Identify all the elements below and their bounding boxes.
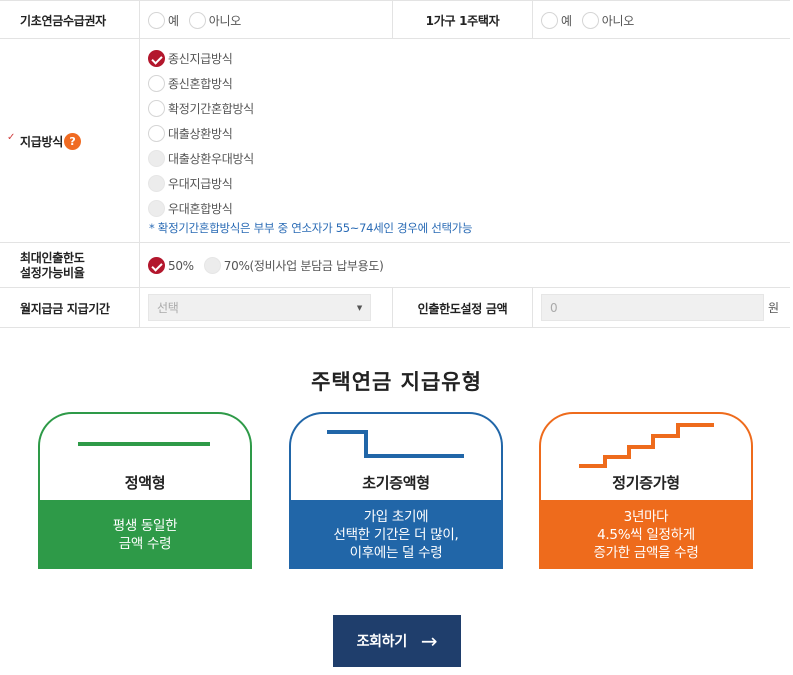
method-radio-loan-repayment-preferred[interactable]: 대출상환우대방식 xyxy=(148,146,254,171)
radio-circle xyxy=(188,11,206,29)
question-icon[interactable]: ? xyxy=(63,132,81,150)
radio-circle xyxy=(148,100,165,117)
card-desc: 평생 동일한 금액 수령 xyxy=(38,500,252,569)
limit-70-radio[interactable]: 70%(정비사업 분담금 납부용도) xyxy=(203,257,384,274)
payment-period-label: 월지급금 지급기간 xyxy=(0,288,140,328)
method-note: * 확정기간혼합방식은 부부 중 연소자가 55~74세인 경우에 선택가능 xyxy=(149,221,473,235)
radio-label: 70%(정비사업 분담금 납부용도) xyxy=(223,259,384,273)
radio-label: 아니오 xyxy=(208,13,242,28)
single-home-yes-radio[interactable]: 예 xyxy=(541,11,572,29)
payment-period-select[interactable]: 선택 ▼ xyxy=(148,294,371,321)
single-home-options: 예 아니오 xyxy=(541,1,644,39)
card-desc: 가입 초기에 선택한 기간은 더 많이, 이후에는 덜 수령 xyxy=(289,500,503,569)
type-card-flat: 정액형 평생 동일한 금액 수령 xyxy=(38,412,252,569)
radio-circle xyxy=(581,11,599,29)
method-radio-lifetime[interactable]: 종신지급방식 xyxy=(148,46,254,71)
radio-circle xyxy=(148,257,165,274)
basic-pension-label: 기초연금수급권자 xyxy=(0,1,140,39)
limit-50-radio[interactable]: 50% xyxy=(148,257,194,274)
row-payment-method: 지급방식 ? xyxy=(0,39,790,243)
radio-label: 확정기간혼합방식 xyxy=(168,102,254,116)
basic-pension-options: 예 아니오 xyxy=(148,1,251,39)
type-card-initial-increase: 초기증액형 가입 초기에 선택한 기간은 더 많이, 이후에는 덜 수령 xyxy=(289,412,503,569)
card-desc: 3년마다 4.5%씩 일정하게 증가한 금액을 수령 xyxy=(539,500,753,569)
card-name: 초기증액형 xyxy=(362,474,430,492)
card-name: 정액형 xyxy=(124,474,166,492)
radio-label: 우대혼합방식 xyxy=(168,202,233,216)
row-withdraw-limit: 최대인출한도 설정가능비율 50% 70%(정비사업 분담금 납부용도) xyxy=(0,243,790,288)
payment-method-label: 지급방식 xyxy=(20,134,63,149)
radio-label: 종신혼합방식 xyxy=(168,77,233,91)
radio-circle xyxy=(541,11,558,29)
required-check-icon: ✓ xyxy=(7,132,16,143)
radio-label: 50% xyxy=(168,258,194,273)
radio-label: 종신지급방식 xyxy=(168,52,233,66)
radio-label: 아니오 xyxy=(601,13,635,28)
arrow-right-icon: → xyxy=(420,629,438,653)
card-name: 정기증가형 xyxy=(612,474,680,492)
radio-label: 예 xyxy=(168,13,179,28)
basic-pension-no-radio[interactable]: 아니오 xyxy=(188,11,242,29)
radio-circle xyxy=(148,200,165,217)
withdraw-amount-label: 인출한도설정 금액 xyxy=(392,288,533,328)
radio-label: 대출상환방식 xyxy=(168,127,233,141)
radio-circle xyxy=(148,125,165,142)
payment-types-title: 주택연금 지급유형 xyxy=(311,370,482,394)
withdraw-limit-options: 50% 70%(정비사업 분담금 납부용도) xyxy=(148,243,394,288)
radio-circle xyxy=(148,150,165,167)
radio-label: 대출상환우대방식 xyxy=(168,152,254,166)
currency-unit: 원 xyxy=(768,301,779,315)
radio-circle xyxy=(148,75,165,92)
radio-circle xyxy=(148,50,165,67)
basic-pension-yes-radio[interactable]: 예 xyxy=(148,11,179,29)
method-radio-loan-repayment[interactable]: 대출상환방식 xyxy=(148,121,254,146)
withdraw-limit-label-line2: 설정가능비율 xyxy=(20,265,85,280)
search-button[interactable]: 조회하기 → xyxy=(333,615,461,667)
radio-circle xyxy=(148,175,165,192)
payment-method-header: 지급방식 ? xyxy=(0,39,140,243)
withdraw-amount-input[interactable]: 0 xyxy=(541,294,764,321)
method-radio-lifetime-mixed[interactable]: 종신혼합방식 xyxy=(148,71,254,96)
radio-label: 우대지급방식 xyxy=(168,177,233,191)
single-home-no-radio[interactable]: 아니오 xyxy=(581,11,635,29)
payment-method-options: 종신지급방식 종신혼합방식 확정기간혼합방식 대출상환방식 대출상환우대방식 우… xyxy=(148,46,264,221)
radio-circle xyxy=(148,11,165,29)
chevron-down-icon: ▼ xyxy=(356,304,362,312)
method-radio-fixed-period-mixed[interactable]: 확정기간혼합방식 xyxy=(148,96,254,121)
method-radio-preferred-mixed[interactable]: 우대혼합방식 xyxy=(148,196,254,221)
radio-circle xyxy=(203,257,221,274)
row-basic-pension: 기초연금수급권자 예 아니오 1가구 1주택자 예 아니오 xyxy=(0,1,790,39)
single-home-label: 1가구 1주택자 xyxy=(392,1,533,39)
withdraw-limit-label-line1: 최대인출한도 xyxy=(20,250,85,265)
search-button-label: 조회하기 xyxy=(356,634,408,650)
method-radio-preferred-payment[interactable]: 우대지급방식 xyxy=(148,171,254,196)
type-card-periodic-increase: 정기증가형 3년마다 4.5%씩 일정하게 증가한 금액을 수령 xyxy=(539,412,753,569)
withdraw-limit-label: 최대인출한도 설정가능비율 xyxy=(0,243,140,288)
select-value: 선택 xyxy=(157,301,179,315)
radio-label: 예 xyxy=(561,13,572,28)
calculator-form: 기초연금수급권자 예 아니오 1가구 1주택자 예 아니오 지급방식 ? ✓ 종… xyxy=(0,0,790,328)
